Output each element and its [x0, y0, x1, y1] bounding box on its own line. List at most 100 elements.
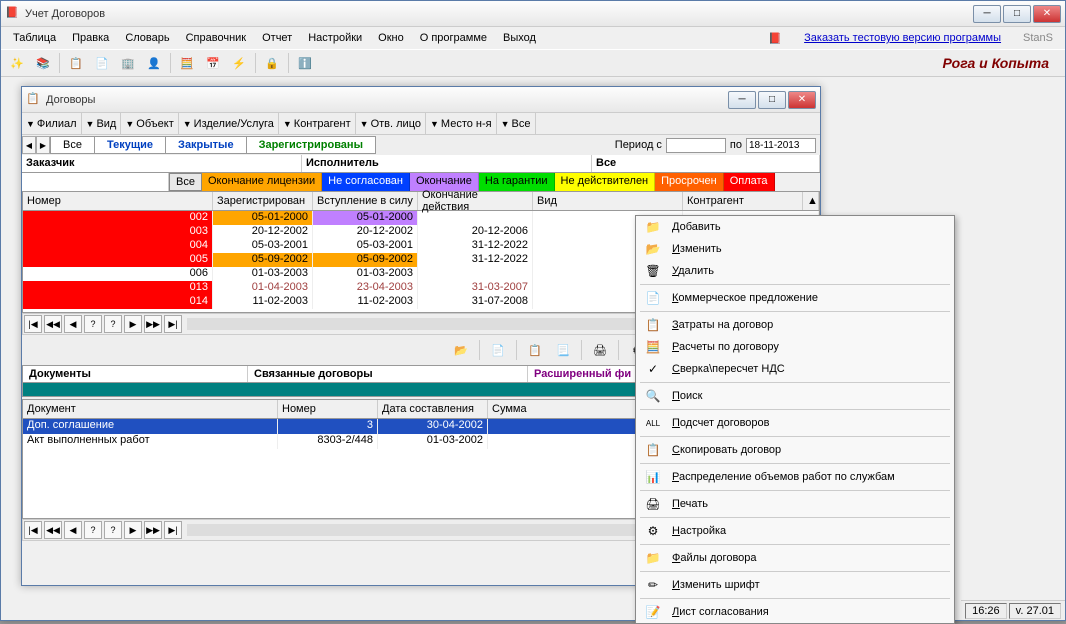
dnav-fwd[interactable]: ▶ [124, 521, 142, 539]
dnav-last[interactable]: ▶| [164, 521, 182, 539]
dnav-q1[interactable]: ? [84, 521, 102, 539]
subtab-linked[interactable]: Связанные договоры [248, 366, 528, 382]
nav-first[interactable]: |◀ [24, 315, 42, 333]
menu-settings[interactable]: Настройки [300, 29, 370, 47]
child-minimize-button[interactable]: ─ [728, 91, 756, 109]
context-item[interactable]: ✏Изменить шрифт [636, 574, 954, 596]
context-item[interactable]: 🧮Расчеты по договору [636, 336, 954, 358]
status-pay[interactable]: Оплата [724, 173, 775, 191]
mt-doc2-icon[interactable]: 📋 [523, 338, 547, 362]
status-neg[interactable]: Не согласован [322, 173, 410, 191]
filter-product[interactable]: ▼Изделие/Услуга [179, 113, 279, 134]
mt-doc3-icon[interactable]: 📃 [551, 338, 575, 362]
col-end[interactable]: Окончание действия [418, 192, 533, 210]
tool-contract-icon[interactable]: 📋 [64, 51, 88, 75]
nav-fwd[interactable]: ▶ [124, 315, 142, 333]
minimize-button[interactable]: ─ [973, 5, 1001, 23]
filter-responsible[interactable]: ▼Отв. лицо [356, 113, 426, 134]
tool-book-icon[interactable]: 📚 [31, 51, 55, 75]
tool-calendar-icon[interactable]: 📅 [201, 51, 225, 75]
col-registered[interactable]: Зарегистрирован [213, 192, 313, 210]
subtab-docs[interactable]: Документы [23, 366, 248, 382]
child-maximize-button[interactable]: □ [758, 91, 786, 109]
col-scroll-up[interactable]: ▲ [803, 192, 819, 210]
period-from-input[interactable] [666, 138, 726, 153]
nav-last[interactable]: ▶| [164, 315, 182, 333]
filter-location[interactable]: ▼Место н-я [426, 113, 497, 134]
mt-doc1-icon[interactable]: 📄 [486, 338, 510, 362]
menu-ref[interactable]: Справочник [178, 29, 255, 47]
col-start[interactable]: Вступление в силу [313, 192, 418, 210]
col-number[interactable]: Номер [23, 192, 213, 210]
context-item[interactable]: 📁Добавить [636, 216, 954, 238]
order-link[interactable]: Заказать тестовую версию программы [796, 29, 1009, 47]
tool-info-icon[interactable]: ℹ️ [293, 51, 317, 75]
context-item[interactable]: 🔍Поиск [636, 385, 954, 407]
tool-person-icon[interactable]: 👤 [142, 51, 166, 75]
dnav-first[interactable]: |◀ [24, 521, 42, 539]
menu-dict[interactable]: Словарь [117, 29, 177, 47]
context-item[interactable]: 🖨Печать [636, 493, 954, 515]
context-item[interactable]: 📄Коммерческое предложение [636, 287, 954, 309]
status-inval[interactable]: Не действителен [555, 173, 656, 191]
tool-calc-icon[interactable]: 🧮 [175, 51, 199, 75]
tab-registered[interactable]: Зарегистрированы [246, 136, 376, 154]
child-close-button[interactable]: ✕ [788, 91, 816, 109]
filter-type[interactable]: ▼Вид [82, 113, 122, 134]
context-item[interactable]: 📂Изменить [636, 238, 954, 260]
filter-branch[interactable]: ▼Филиал [22, 113, 82, 134]
context-item[interactable]: 📋Затраты на договор [636, 314, 954, 336]
period-to-input[interactable] [746, 138, 816, 153]
tool-wand-icon[interactable]: ✨ [5, 51, 29, 75]
menu-report[interactable]: Отчет [254, 29, 300, 47]
context-item[interactable]: 📁Файлы договора [636, 547, 954, 569]
mt-folder-icon[interactable]: 📂 [449, 338, 473, 362]
tool-org-icon[interactable]: 🏢 [116, 51, 140, 75]
tool-flash-icon[interactable]: ⚡ [227, 51, 251, 75]
tab-first-button[interactable]: ◀ [22, 136, 36, 154]
menu-table[interactable]: Таблица [5, 29, 64, 47]
context-item[interactable]: 📋Скопировать договор [636, 439, 954, 461]
dcol-date[interactable]: Дата составления [378, 400, 488, 418]
context-item[interactable]: 📊Распределение объемов работ по службам [636, 466, 954, 488]
col-type[interactable]: Вид [533, 192, 683, 210]
menu-about[interactable]: О программе [412, 29, 495, 47]
context-item[interactable]: 🗑Удалить [636, 260, 954, 282]
menu-exit[interactable]: Выход [495, 29, 544, 47]
status-over[interactable]: Просрочен [655, 173, 724, 191]
status-all[interactable]: Все [169, 173, 202, 191]
mt-print-icon[interactable]: 🖨 [588, 338, 612, 362]
context-menu[interactable]: 📁Добавить📂Изменить🗑Удалить 📄Коммерческое … [635, 215, 955, 624]
dnav-q2[interactable]: ? [104, 521, 122, 539]
nav-fastfwd[interactable]: ▶▶ [144, 315, 162, 333]
context-item[interactable]: 📝Лист согласования [636, 601, 954, 623]
nav-back[interactable]: ◀ [64, 315, 82, 333]
maximize-button[interactable]: □ [1003, 5, 1031, 23]
tab-closed[interactable]: Закрытые [165, 136, 247, 154]
dcol-num[interactable]: Номер [278, 400, 378, 418]
filter-all[interactable]: ▼Все [497, 113, 536, 134]
dnav-fastfwd[interactable]: ▶▶ [144, 521, 162, 539]
menu-edit[interactable]: Правка [64, 29, 117, 47]
tab-current[interactable]: Текущие [94, 136, 166, 154]
filter-contractor[interactable]: ▼Контрагент [279, 113, 356, 134]
context-item[interactable]: ✓Сверка\пересчет НДС [636, 358, 954, 380]
context-item[interactable]: ⚙Настройка [636, 520, 954, 542]
col-contractor[interactable]: Контрагент [683, 192, 803, 210]
tool-addendum-icon[interactable]: 📄 [90, 51, 114, 75]
nav-fastback[interactable]: ◀◀ [44, 315, 62, 333]
tab-all[interactable]: Все [50, 136, 95, 154]
close-button[interactable]: ✕ [1033, 5, 1061, 23]
status-lic[interactable]: Окончание лицензии [202, 173, 322, 191]
tab-prev-button[interactable]: ▶ [36, 136, 50, 154]
filter-object[interactable]: ▼Объект [121, 113, 178, 134]
nav-q1[interactable]: ? [84, 315, 102, 333]
context-item[interactable]: ALLПодсчет договоров [636, 412, 954, 434]
dcol-doc[interactable]: Документ [23, 400, 278, 418]
menu-window[interactable]: Окно [370, 29, 412, 47]
tool-lock-icon[interactable]: 🔒 [260, 51, 284, 75]
nav-q2[interactable]: ? [104, 315, 122, 333]
dnav-back[interactable]: ◀ [64, 521, 82, 539]
dnav-fastback[interactable]: ◀◀ [44, 521, 62, 539]
child-title: Договоры [46, 94, 728, 106]
